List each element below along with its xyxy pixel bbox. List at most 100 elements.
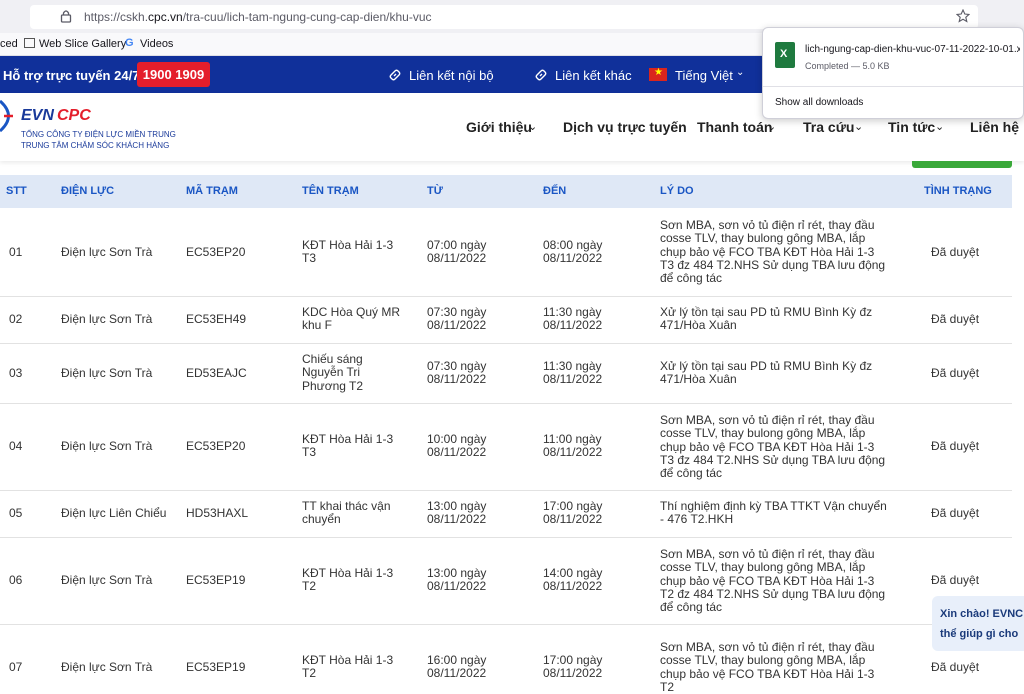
cell-dien-luc: Điện lực Sơn Trà [61, 245, 153, 259]
col-stt: STT [6, 185, 27, 197]
download-filename[interactable]: lich-ngung-cap-dien-khu-vuc-07-11-2022-1… [805, 44, 1020, 55]
excel-file-icon: X [775, 42, 795, 68]
center-name: TRUNG TÂM CHĂM SÓC KHÁCH HÀNG [21, 141, 170, 150]
web-slice-icon [24, 38, 35, 48]
cell-stt: 01 [9, 245, 23, 259]
internal-links[interactable]: Liên kết nội bộ [409, 68, 494, 83]
nav-tra-cuu[interactable]: Tra cứu [803, 119, 854, 135]
cell-ma-tram: EC53EP20 [186, 245, 246, 259]
export-button[interactable] [912, 161, 1012, 168]
show-all-downloads[interactable]: Show all downloads [775, 97, 863, 108]
cell-ly-do: Sơn MBA, sơn vỏ tủ điện rỉ rét, thay đầu… [660, 640, 875, 694]
lock-icon[interactable] [60, 9, 72, 23]
row-divider [0, 403, 1012, 404]
chevron-down-icon: ⌄ [854, 121, 864, 133]
cell-ly-do: Sơn MBA, sơn vỏ tủ điện rỉ rét, thay đầu… [660, 413, 886, 481]
divider [763, 86, 1023, 87]
col-tinh-trang: TÌNH TRẠNG [924, 185, 992, 197]
hotline-number[interactable]: 1900 1909 [137, 62, 210, 87]
url-text[interactable]: https://cskh.cpc.vn/tra-cuu/lich-tam-ngu… [84, 10, 432, 24]
cell-dien-luc: Điện lực Sơn Trà [61, 439, 153, 453]
downloads-panel: X lich-ngung-cap-dien-khu-vuc-07-11-2022… [762, 27, 1024, 119]
cell-tu: 16:00 ngày 08/11/2022 [427, 653, 487, 681]
cell-ma-tram: EC53EP19 [186, 660, 246, 674]
cell-ly-do: Thí nghiệm định kỳ TBA TTKT Vận chuyển -… [660, 499, 887, 527]
download-status: Completed — 5.0 KB [805, 61, 890, 71]
cell-stt: 05 [9, 506, 23, 520]
company-name: TỔNG CÔNG TY ĐIỆN LỰC MIỀN TRUNG [21, 130, 176, 139]
row-divider [0, 537, 1012, 538]
bookmark-item[interactable]: Videos [140, 38, 173, 50]
cell-ten-tram: KĐT Hòa Hải 1-3 T2 [302, 566, 394, 594]
cell-ten-tram: KĐT Hòa Hải 1-3 T2 [302, 653, 394, 681]
other-links[interactable]: Liên kết khác [555, 68, 632, 83]
nav-lien-he[interactable]: Liên hệ [970, 119, 1019, 135]
cell-ma-tram: EC53EH49 [186, 312, 247, 326]
cell-stt: 04 [9, 439, 23, 453]
cell-ten-tram: KĐT Hòa Hải 1-3 T3 [302, 238, 394, 266]
cell-stt: 02 [9, 312, 23, 326]
cell-ly-do: Sơn MBA, sơn vỏ tủ điện rỉ rét, thay đầu… [660, 218, 886, 286]
google-icon: G [125, 37, 134, 49]
chevron-down-icon: ⌄ [736, 67, 745, 78]
cell-tu: 13:00 ngày 08/11/2022 [427, 499, 487, 527]
hotline-label: Hỗ trợ trực tuyến 24/7: [3, 68, 144, 83]
vietnam-flag-icon: ★ [649, 67, 667, 81]
cell-ma-tram: ED53EAJC [186, 366, 247, 380]
cell-tu: 07:30 ngày 08/11/2022 [427, 305, 487, 333]
col-den: ĐẾN [543, 185, 567, 197]
nav-thanh-toan[interactable]: Thanh toán [697, 119, 772, 135]
cell-tinh-trang: Đã duyệt [931, 506, 980, 520]
cell-stt: 03 [9, 366, 23, 380]
cell-den: 17:00 ngày 08/11/2022 [543, 653, 603, 681]
link-icon [535, 69, 547, 81]
cell-tinh-trang: Đã duyệt [931, 245, 980, 259]
nav-dich-vu[interactable]: Dịch vụ trực tuyến [563, 119, 687, 135]
cell-ma-tram: HD53HAXL [186, 506, 249, 520]
bookmark-item[interactable]: Web Slice Gallery [39, 38, 126, 50]
col-dien-luc: ĐIỆN LỰC [61, 185, 115, 197]
cell-tinh-trang: Đã duyệt [931, 573, 980, 587]
cell-den: 14:00 ngày 08/11/2022 [543, 566, 603, 594]
col-ten-tram: TÊN TRẠM [302, 185, 359, 197]
col-tu: TỪ [427, 185, 443, 197]
chevron-down-icon: ⌄ [767, 121, 777, 133]
nav-gioi-thieu[interactable]: Giới thiệu [466, 119, 532, 135]
cell-ma-tram: EC53EP20 [186, 439, 246, 453]
row-divider [0, 296, 1012, 297]
col-ly-do: LÝ DO [660, 185, 694, 197]
cell-den: 17:00 ngày 08/11/2022 [543, 499, 603, 527]
cell-tinh-trang: Đã duyệt [931, 312, 980, 326]
cell-dien-luc: Điện lực Liên Chiểu [61, 506, 167, 520]
table-header [0, 175, 1012, 208]
cell-ma-tram: EC53EP19 [186, 573, 246, 587]
nav-tin-tuc[interactable]: Tin tức [888, 119, 935, 135]
cell-dien-luc: Điện lực Sơn Trà [61, 312, 153, 326]
row-divider [0, 624, 1012, 625]
language-selector[interactable]: Tiếng Việt [675, 68, 733, 83]
row-divider [0, 490, 1012, 491]
cell-tinh-trang: Đã duyệt [931, 660, 980, 674]
cell-ten-tram: Chiếu sáng Nguyễn Tri Phương T2 [302, 352, 364, 393]
cell-den: 08:00 ngày 08/11/2022 [543, 238, 603, 266]
cell-dien-luc: Điện lực Sơn Trà [61, 573, 153, 587]
cell-tu: 07:00 ngày 08/11/2022 [427, 238, 487, 266]
cell-den: 11:00 ngày 08/11/2022 [543, 432, 603, 460]
cell-tu: 13:00 ngày 08/11/2022 [427, 566, 487, 594]
cell-dien-luc: Điện lực Sơn Trà [61, 660, 153, 674]
star-icon[interactable] [956, 9, 970, 23]
cell-ten-tram: TT khai thác vận chuyển [302, 499, 391, 527]
logo-text-evn: EVN [21, 107, 54, 124]
chat-greeting-2: thể giúp gì cho [940, 628, 1019, 640]
cell-stt: 06 [9, 573, 23, 587]
row-divider [0, 343, 1012, 344]
chevron-down-icon: ⌄ [935, 121, 945, 133]
cell-ly-do: Sơn MBA, sơn vỏ tủ điện rỉ rét, thay đầu… [660, 547, 886, 615]
chat-widget[interactable]: Xin chào! EVNC thể giúp gì cho [932, 596, 1024, 651]
evn-logo-icon[interactable] [0, 99, 18, 133]
bookmark-item[interactable]: ced [0, 38, 18, 50]
col-ma-tram: MÃ TRẠM [186, 185, 238, 197]
cell-tu: 10:00 ngày 08/11/2022 [427, 432, 487, 460]
cell-tinh-trang: Đã duyệt [931, 439, 980, 453]
chevron-down-icon: ⌄ [528, 121, 538, 133]
